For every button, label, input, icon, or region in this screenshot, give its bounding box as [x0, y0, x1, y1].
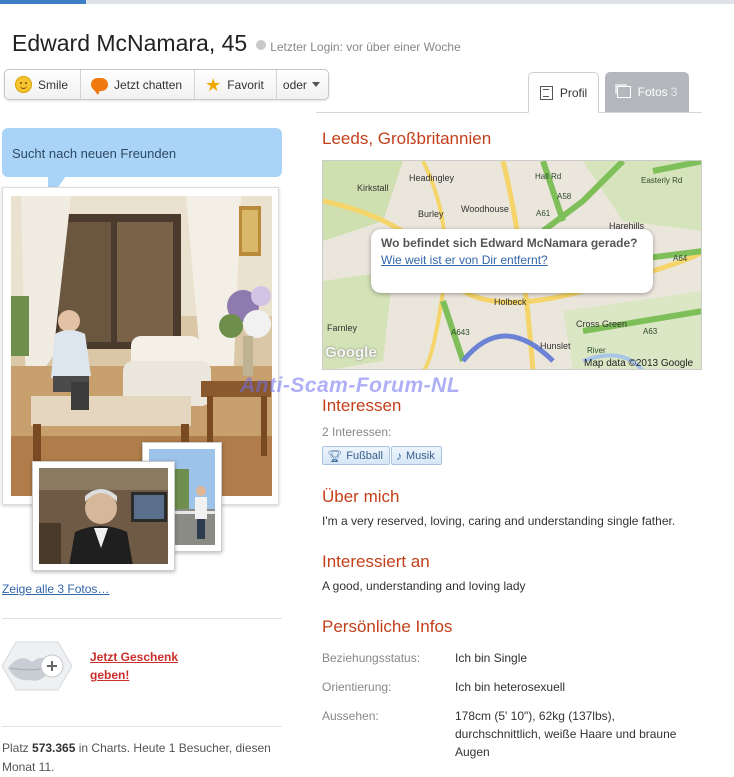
tab-photos-label: Fotos — [637, 85, 668, 99]
divider — [2, 618, 282, 619]
map-road-a61: A61 — [536, 209, 551, 218]
tab-photos-count: 3 — [670, 85, 678, 99]
map-label-headingley: Headingley — [409, 173, 455, 183]
music-note-icon: ♪ — [396, 448, 402, 463]
about-text: I'm a very reserved, loving, caring and … — [322, 514, 676, 528]
profile-name: Edward McNamara, 45 — [12, 30, 248, 56]
favorite-button[interactable]: ★ Favorit — [195, 70, 277, 99]
profile-document-icon — [539, 85, 553, 100]
show-all-photos-link[interactable]: Zeige alle 3 Fotos… — [2, 582, 109, 596]
status-bubble: Sucht nach neuen Freunden — [2, 128, 282, 177]
distance-link[interactable]: Wie weit ist er von Dir entfernt? — [381, 252, 643, 269]
photo-thumbnail-1[interactable] — [32, 461, 175, 571]
divider — [2, 726, 282, 727]
tab-photos[interactable]: Fotos 3 — [605, 72, 689, 112]
favorite-label: Favorit — [227, 77, 264, 92]
main-profile-photo[interactable] — [2, 187, 279, 505]
tab-profile-label: Profil — [559, 85, 588, 100]
more-label: oder — [282, 77, 307, 92]
gift-link-line2: geben! — [90, 668, 130, 682]
charts-ranking: Platz 573.365 in Charts. Heute 1 Besuche… — [2, 739, 292, 777]
map-popup-question: Wo befindet sich Edward McNamara gerade? — [381, 236, 638, 250]
top-strip — [0, 0, 734, 4]
map-label-woodhouse: Woodhouse — [461, 204, 509, 214]
interest-tag-football[interactable]: 🏆︎ Fußball — [322, 446, 390, 465]
personal-info-title: Persönliche Infos — [322, 617, 453, 636]
last-login-text: Letzter Login: vor über einer Woche — [270, 40, 461, 54]
appearance-label: Aussehen: — [322, 709, 379, 723]
map-road-a63: A63 — [643, 327, 658, 336]
orientation-value: Ich bin heterosexuell — [455, 680, 566, 694]
lips-gift-icon[interactable] — [1, 640, 73, 692]
charts-rank: 573.365 — [32, 741, 76, 755]
relationship-status-value: Ich bin Single — [455, 651, 528, 665]
map-label-kirkstall: Kirkstall — [357, 183, 389, 193]
star-icon: ★ — [205, 74, 222, 95]
charts-prefix: Platz — [2, 741, 33, 755]
action-bar: Smile Jetzt chatten ★ Favorit oder — [4, 69, 329, 100]
interests-title: Interessen — [322, 396, 402, 415]
appearance-value: 178cm (5' 10"), 62kg (137lbs), durchschn… — [455, 709, 677, 759]
interest-tag-label: Musik — [406, 449, 435, 462]
relationship-status-label: Beziehungsstatus: — [322, 651, 421, 665]
top-strip-accent — [0, 0, 86, 4]
map-road-hall-rd: Hall Rd — [535, 172, 561, 181]
watermark-text: Anti-Scam-Forum-NL — [240, 374, 461, 397]
chat-bubble-icon — [91, 78, 109, 95]
map-label-river: River — [587, 346, 606, 355]
trophy-icon: 🏆︎ — [327, 448, 343, 463]
map-road-a64: A64 — [673, 254, 688, 263]
location-title: Leeds, Großbritannien — [322, 129, 492, 148]
interested-in-text: A good, understanding and loving lady — [322, 579, 526, 593]
map-road-easterly-rd: Easterly Rd — [641, 176, 682, 185]
chat-label: Jetzt chatten — [114, 77, 183, 92]
about-title: Über mich — [322, 487, 400, 506]
offline-status-icon — [256, 40, 267, 50]
interest-tag-label: Fußball — [346, 449, 383, 462]
smiley-icon — [15, 76, 32, 93]
map-road-a58: A58 — [557, 192, 572, 201]
orientation-label: Orientierung: — [322, 680, 392, 694]
map-info-popup: Wo befindet sich Edward McNamara gerade?… — [371, 229, 653, 293]
map-road-a643: A643 — [451, 328, 470, 337]
profile-header: Edward McNamara, 45 Letzter Login: vor ü… — [12, 30, 461, 57]
smile-button[interactable]: Smile — [5, 70, 82, 99]
more-dropdown[interactable]: oder — [277, 70, 328, 99]
photos-icon — [616, 86, 631, 98]
map-label-holbeck: Holbeck — [494, 297, 527, 307]
map-label-hunslet: Hunslet — [540, 341, 571, 351]
chat-button[interactable]: Jetzt chatten — [81, 70, 196, 99]
office-photo — [39, 468, 168, 564]
smile-label: Smile — [38, 77, 69, 92]
gift-link-line1: Jetzt Geschenk — [90, 650, 179, 664]
map-label-cross-green: Cross Green — [576, 319, 627, 329]
give-gift-link[interactable]: Jetzt Geschenk geben! — [90, 648, 200, 684]
map-credit: Map data ©2013 Google — [584, 358, 694, 369]
tabs-baseline — [316, 112, 702, 113]
interest-tag-music[interactable]: ♪ Musik — [391, 446, 442, 465]
tab-profile[interactable]: Profil — [528, 72, 599, 113]
interested-in-title: Interessiert an — [322, 552, 430, 571]
chevron-down-icon — [311, 82, 320, 87]
interests-count: 2 Interessen: — [322, 425, 392, 439]
google-logo: Google — [325, 344, 377, 361]
map-label-farnley: Farnley — [327, 323, 358, 333]
map-label-burley: Burley — [418, 209, 444, 219]
